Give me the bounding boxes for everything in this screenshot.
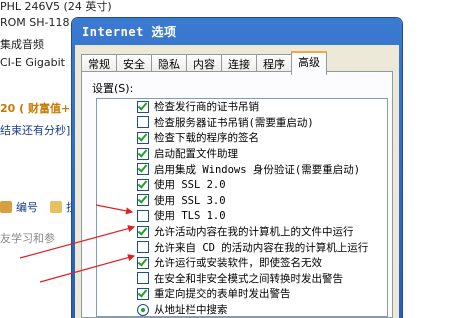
arrow-to-active-content bbox=[19, 225, 136, 259]
settings-item[interactable]: 从地址栏中搜索 bbox=[97, 302, 387, 318]
settings-item-label: 从地址栏中搜索 bbox=[154, 304, 228, 317]
arrow-to-install-software bbox=[39, 254, 136, 283]
annotation-arrows bbox=[19, 204, 136, 283]
radio-button[interactable] bbox=[137, 303, 149, 316]
tab-advanced[interactable]: 高级 bbox=[291, 51, 327, 75]
arrow-to-tls bbox=[95, 204, 134, 215]
